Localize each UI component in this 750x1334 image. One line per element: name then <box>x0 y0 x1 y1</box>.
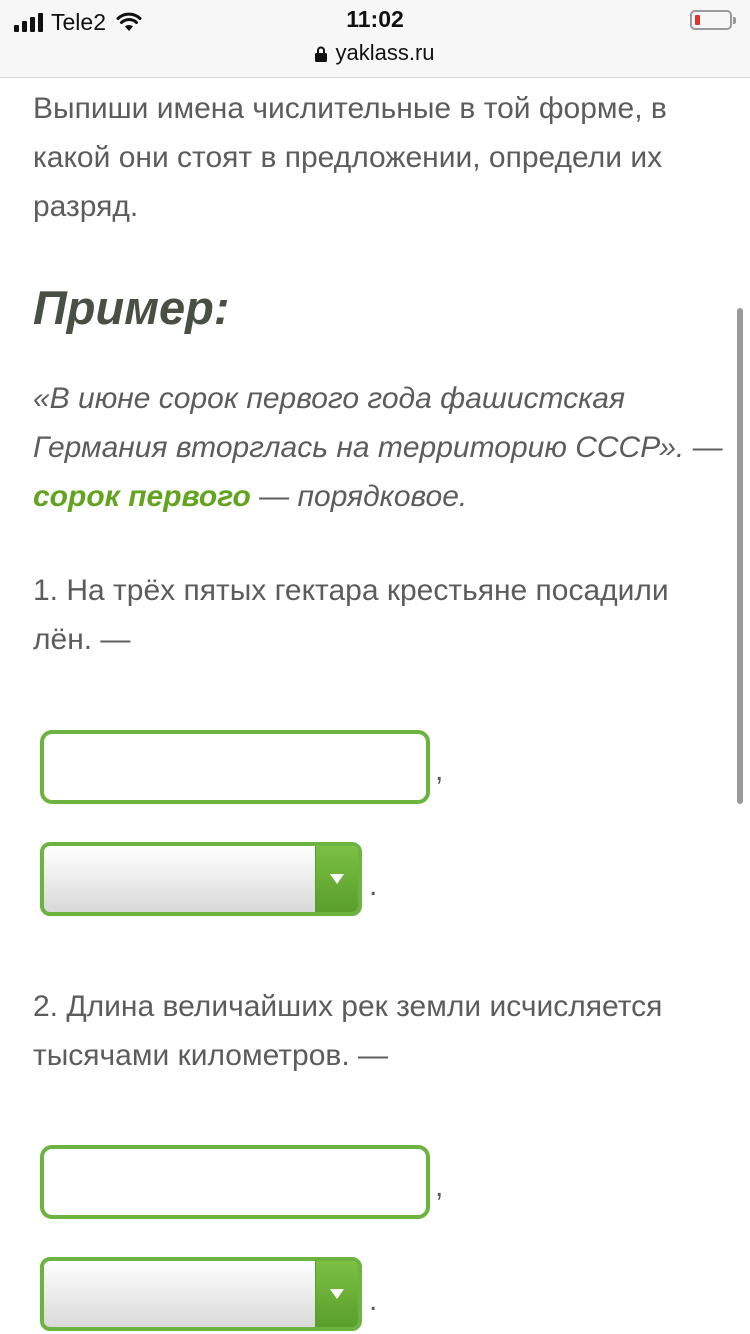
question-1-text: 1. На трёх пятых гектара крестьяне посад… <box>33 574 669 656</box>
ios-status-bar: Tele2 11:02 yaklass.ru <box>0 0 750 78</box>
dropdown-arrow-icon[interactable] <box>315 846 358 912</box>
lock-icon <box>315 46 328 62</box>
status-time: 11:02 <box>346 6 404 32</box>
dropdown-arrow-icon[interactable] <box>315 1261 358 1327</box>
question-1-period: . <box>369 869 378 902</box>
address-bar[interactable]: yaklass.ru <box>0 40 750 66</box>
page-scrollbar[interactable] <box>737 308 743 804</box>
question-2-category-select[interactable] <box>40 1257 362 1331</box>
question-1-answer-input[interactable] <box>40 730 430 804</box>
example-sentence: «В июне сорок первого года фашистская Ге… <box>33 382 723 464</box>
example-highlight: сорок первого <box>33 480 251 513</box>
battery-low-icon <box>690 10 736 30</box>
question-1-category-select[interactable] <box>40 842 362 916</box>
question-2-text: 2. Длина величайших рек земли исчисляетс… <box>33 990 663 1072</box>
question-2-period: . <box>369 1284 378 1317</box>
page-url: yaklass.ru <box>335 40 435 65</box>
question-2-comma: , <box>435 1170 444 1203</box>
task-instruction: Выпиши имена числительные в той форме, в… <box>33 92 667 223</box>
question-1-comma: , <box>435 754 444 787</box>
example-text: «В июне сорок первого года фашистская Ге… <box>33 374 723 521</box>
example-heading: Пример: <box>33 281 230 334</box>
example-suffix: — порядковое. <box>259 480 468 513</box>
question-2-answer-input[interactable] <box>40 1145 430 1219</box>
